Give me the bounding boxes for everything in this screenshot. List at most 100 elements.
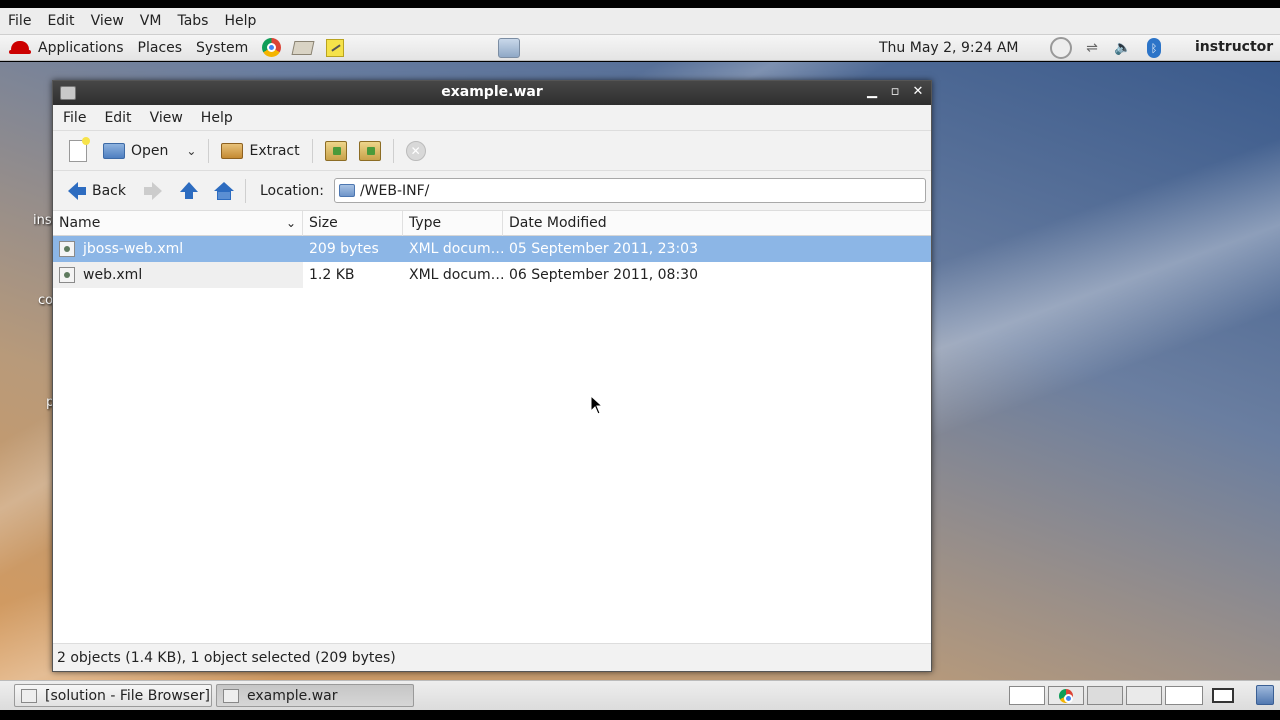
vm-menu-help[interactable]: Help <box>216 13 264 29</box>
minimize-icon[interactable]: ▁ <box>865 84 879 99</box>
maximize-icon[interactable]: ▫ <box>888 84 902 99</box>
toolbar-separator <box>245 178 246 203</box>
up-button[interactable] <box>175 176 203 206</box>
task-label: example.war <box>247 687 338 704</box>
window-menubar: File Edit View Help <box>53 105 931 131</box>
places-menu[interactable]: Places <box>131 40 190 56</box>
new-archive-icon <box>69 136 90 162</box>
archive-icon <box>223 688 239 703</box>
extract-button[interactable]: Extract <box>215 136 305 166</box>
table-row[interactable]: web.xml 1.2 KB XML docum… 06 September 2… <box>53 262 931 288</box>
file-type: XML docum… <box>409 241 503 257</box>
file-type: XML docum… <box>409 267 503 283</box>
file-date: 06 September 2011, 08:30 <box>509 267 698 283</box>
system-menu[interactable]: System <box>189 40 255 56</box>
window-titlebar[interactable]: example.war ▁ ▫ ✕ <box>53 81 931 105</box>
vm-menu-edit[interactable]: Edit <box>39 13 82 29</box>
workspace-3[interactable] <box>1087 686 1123 705</box>
forward-arrow-icon <box>144 181 162 200</box>
forward-button[interactable] <box>139 176 167 206</box>
column-type-label: Type <box>409 215 442 231</box>
status-bar: 2 objects (1.4 KB), 1 object selected (2… <box>53 643 931 671</box>
location-input[interactable]: /WEB-INF/ <box>333 178 926 203</box>
user-menu[interactable]: instructor <box>1195 39 1273 55</box>
menu-edit[interactable]: Edit <box>95 110 140 126</box>
redhat-logo-icon[interactable] <box>9 39 31 57</box>
window-title: example.war <box>441 84 543 100</box>
back-button[interactable]: Back <box>63 176 131 206</box>
extract-icon <box>221 142 244 159</box>
desktop-icon-label[interactable]: ins <box>33 213 52 228</box>
close-icon[interactable]: ✕ <box>911 84 925 99</box>
file-name-cell[interactable]: jboss-web.xml <box>53 236 303 262</box>
location-path: /WEB-INF/ <box>359 182 430 199</box>
new-archive-button[interactable] <box>63 136 93 166</box>
workspace-5[interactable] <box>1165 686 1203 705</box>
menu-view[interactable]: View <box>141 110 192 126</box>
clock[interactable]: Thu May 2, 9:24 AM <box>879 40 1019 56</box>
volume-icon[interactable]: 🔈 <box>1112 38 1134 58</box>
back-arrow-icon <box>68 181 86 200</box>
file-name: jboss-web.xml <box>83 241 184 257</box>
open-button[interactable]: Open ⌄ <box>97 136 202 166</box>
network-icon[interactable]: ⇌ <box>1081 38 1103 58</box>
stop-button[interactable]: ✕ <box>400 136 432 166</box>
show-desktop-icon[interactable] <box>498 38 520 58</box>
toolbar: Open ⌄ Extract ✕ <box>53 131 931 171</box>
toolbar-separator <box>311 138 313 163</box>
column-size-label: Size <box>309 215 338 231</box>
column-header-date[interactable]: Date Modified <box>503 211 929 236</box>
vm-menu-tabs[interactable]: Tabs <box>169 13 216 29</box>
table-row[interactable]: jboss-web.xml 209 bytes XML docum… 05 Se… <box>53 236 931 262</box>
workspace-4[interactable] <box>1126 686 1162 705</box>
file-name-cell[interactable]: web.xml <box>53 262 303 288</box>
workspace-2[interactable] <box>1048 686 1084 705</box>
chrome-icon <box>1059 688 1073 703</box>
desktop-icon-label[interactable]: co <box>38 293 53 308</box>
mail-launcher[interactable] <box>291 38 315 58</box>
vm-menu-view[interactable]: View <box>83 13 132 29</box>
open-label: Open <box>131 142 169 159</box>
applications-menu[interactable]: Applications <box>31 40 131 56</box>
up-arrow-icon <box>180 182 198 199</box>
home-button[interactable] <box>209 176 239 206</box>
status-text: 2 objects (1.4 KB), 1 object selected (2… <box>57 649 396 666</box>
column-header-size[interactable]: Size <box>303 210 403 236</box>
notes-icon <box>326 38 345 57</box>
file-size: 1.2 KB <box>309 267 355 283</box>
workspace-1[interactable] <box>1009 686 1045 705</box>
archive-manager-window: example.war ▁ ▫ ✕ File Edit View Help Op… <box>52 80 932 672</box>
menu-help[interactable]: Help <box>192 110 242 126</box>
home-icon <box>214 181 234 200</box>
chrome-launcher[interactable] <box>260 38 282 58</box>
update-icon[interactable] <box>1050 37 1072 59</box>
taskbar-item-example-war[interactable]: example.war <box>216 684 414 707</box>
vm-menu-bar: File Edit View VM Tabs Help <box>0 8 1280 35</box>
add-folder-button[interactable] <box>353 136 387 166</box>
vm-menu-file[interactable]: File <box>0 13 39 29</box>
list-header: Name ⌄ Size Type Date Modified <box>53 210 931 236</box>
column-header-name[interactable]: Name ⌄ <box>53 210 303 236</box>
column-date-label: Date Modified <box>509 215 607 231</box>
taskbar-item-file-browser[interactable]: [solution - File Browser] <box>14 684 212 707</box>
column-header-type[interactable]: Type <box>403 210 503 236</box>
folder-icon <box>338 184 355 197</box>
xml-file-icon <box>59 241 75 257</box>
xml-file-icon <box>59 267 75 283</box>
menu-file[interactable]: File <box>53 110 95 126</box>
chevron-down-icon[interactable]: ⌄ <box>186 144 196 158</box>
file-name: web.xml <box>83 267 143 283</box>
toolbar-separator <box>208 138 210 163</box>
task-label: [solution - File Browser] <box>45 687 210 704</box>
window-list-icon[interactable] <box>1212 688 1234 703</box>
file-size: 209 bytes <box>309 241 379 257</box>
trash-icon[interactable] <box>1256 685 1274 705</box>
vm-menu-vm[interactable]: VM <box>132 13 170 29</box>
notes-launcher[interactable] <box>324 38 346 58</box>
file-list: Name ⌄ Size Type Date Modified jboss-web… <box>53 210 931 643</box>
add-files-button[interactable] <box>319 136 353 166</box>
mail-icon <box>291 40 315 55</box>
bluetooth-icon[interactable]: ᛒ <box>1143 38 1165 58</box>
add-files-icon <box>324 140 347 161</box>
screen-border <box>0 710 1280 720</box>
